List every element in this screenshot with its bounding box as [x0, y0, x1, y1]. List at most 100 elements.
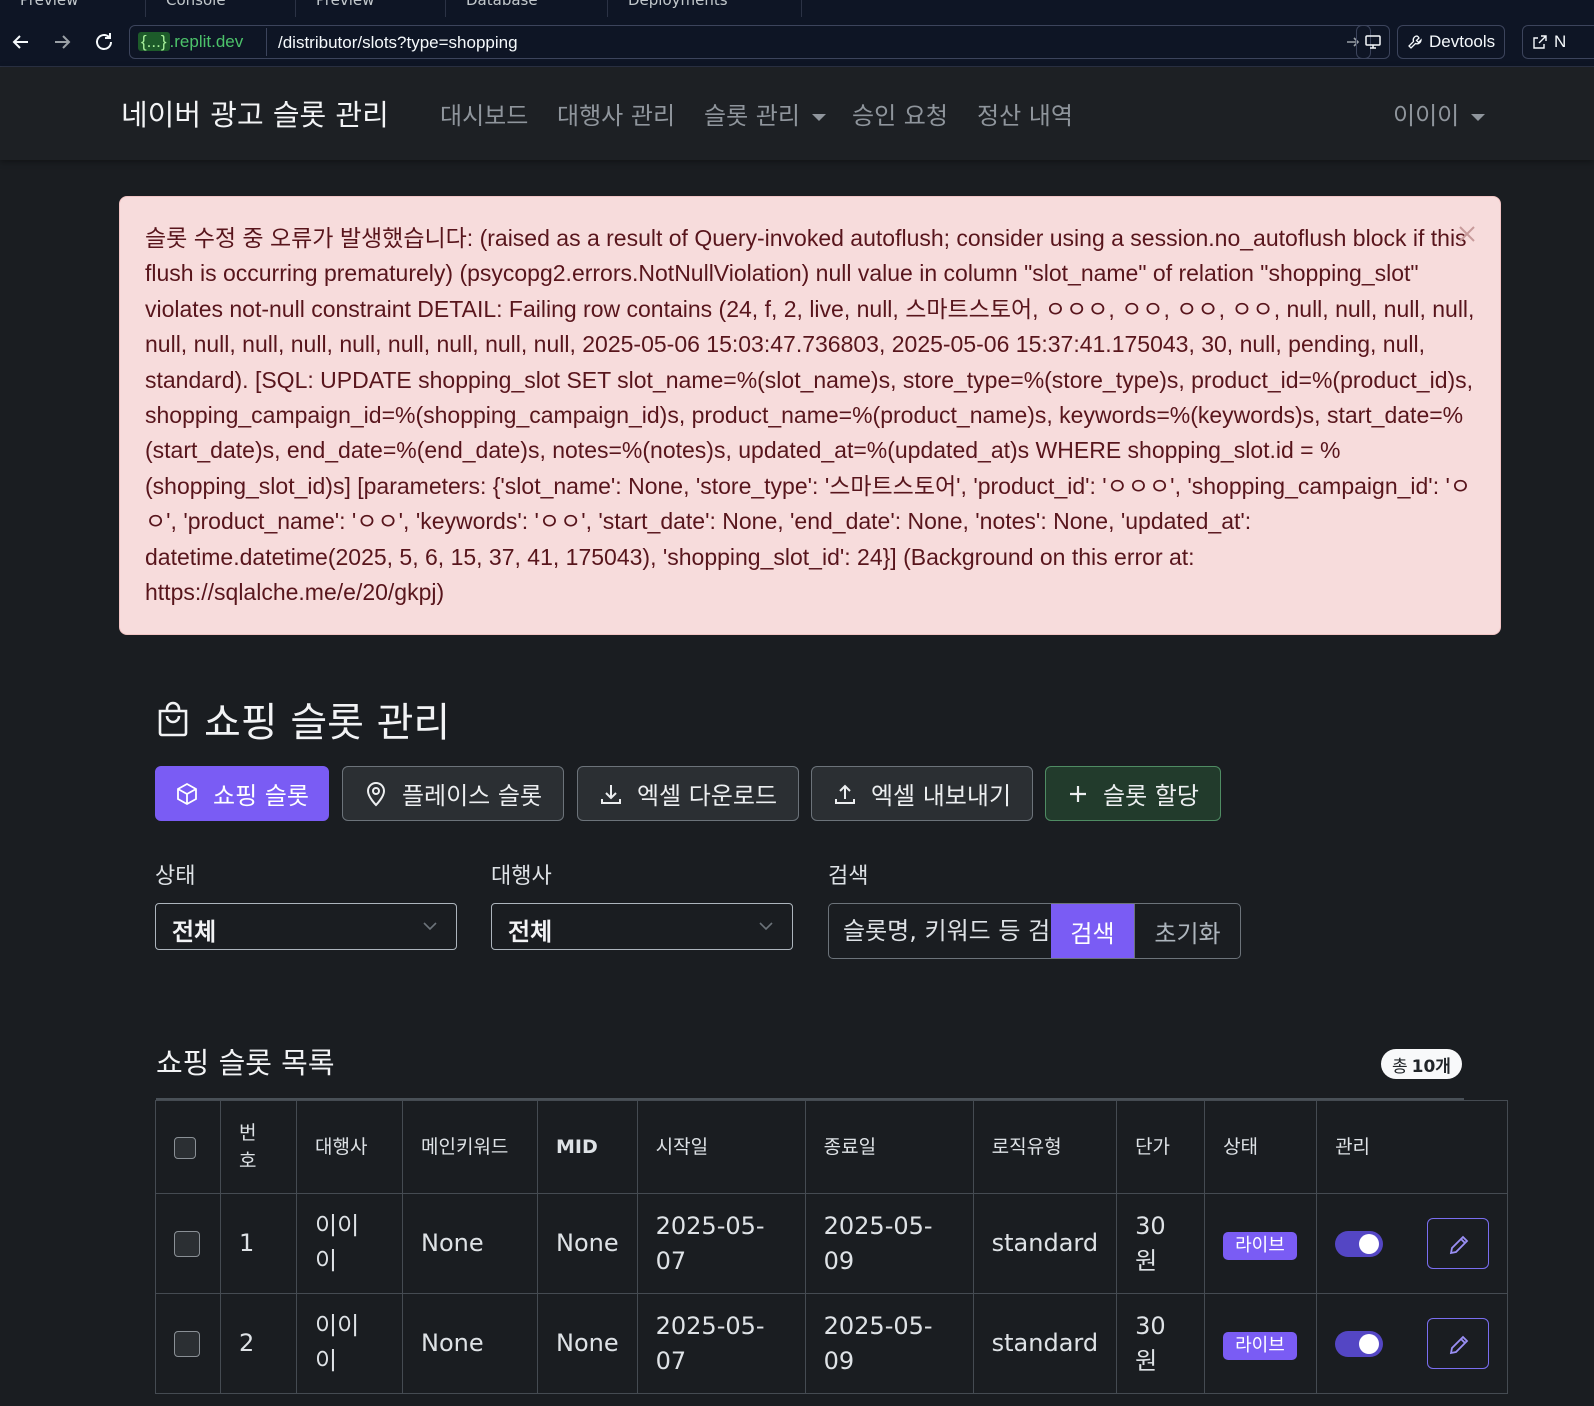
page-title: 쇼핑 슬롯 관리	[156, 690, 450, 748]
status-select-value: 전체	[172, 918, 217, 946]
tab-label: Database	[466, 0, 538, 9]
tab-label: Preview	[316, 0, 375, 9]
brand-title[interactable]: 네이버 광고 슬롯 관리	[121, 92, 389, 134]
cell-manage	[1316, 1293, 1509, 1394]
excel-export-button[interactable]: 엑셀 내보내기	[811, 766, 1033, 821]
select-all-checkbox[interactable]	[174, 1136, 196, 1159]
shopping-slot-button[interactable]: 쇼핑 슬롯	[155, 766, 329, 821]
browser-tab[interactable]: Console	[146, 0, 296, 17]
nav-settlement[interactable]: 정산 내역	[977, 96, 1073, 131]
cell-price-text: 30원	[1135, 1311, 1166, 1375]
search-button[interactable]: 검색	[1051, 904, 1134, 958]
place-slot-label: 플레이스 슬롯	[401, 782, 543, 810]
browser-tab[interactable]: Preview	[0, 0, 146, 17]
caret-down-icon	[1471, 113, 1486, 121]
cell-no: 2	[220, 1293, 297, 1394]
device-button[interactable]	[1356, 25, 1390, 59]
excel-export-label: 엑셀 내보내기	[870, 782, 1012, 810]
search-input[interactable]: 슬롯명, 키워드 등 검색	[829, 904, 1051, 958]
cell-price-text: 30원	[1135, 1211, 1166, 1275]
new-tab-label: N	[1554, 32, 1567, 51]
wrench-icon	[1408, 35, 1422, 49]
nav-slot-management[interactable]: 슬롯 관리	[704, 96, 826, 131]
cell-end-date-text: 2025-05-09	[823, 1311, 933, 1375]
table-row: 1 이이이 None None 2025-05-07 2025-05-09 st…	[155, 1193, 1509, 1294]
close-icon	[1459, 226, 1475, 242]
active-toggle[interactable]	[1335, 1330, 1384, 1357]
cell-mid: None	[537, 1193, 638, 1294]
agency-filter-label: 대행사	[491, 864, 552, 889]
count-prefix: 총	[1392, 1056, 1408, 1077]
cell-logic-type: standard	[972, 1293, 1118, 1394]
browser-tab[interactable]: Database	[446, 0, 608, 17]
url-field[interactable]: {...} .replit.dev /distributor/slots?type…	[129, 25, 1371, 59]
status-select[interactable]: 전체	[155, 903, 457, 950]
assign-slot-label: 슬롯 할당	[1103, 782, 1199, 810]
header-keyword: 메인키워드	[402, 1100, 538, 1194]
browser-tab[interactable]: Preview	[296, 0, 446, 17]
cell-agency-text: 이이이	[315, 1211, 360, 1275]
table-row: 2 이이이 None None 2025-05-07 2025-05-09 st…	[155, 1293, 1509, 1394]
nav-dashboard[interactable]: 대시보드	[440, 96, 528, 131]
edit-button[interactable]	[1427, 1218, 1490, 1269]
agency-select[interactable]: 전체	[491, 903, 793, 950]
cell-keyword: None	[402, 1193, 538, 1294]
search-group: 슬롯명, 키워드 등 검색 검색 초기화	[828, 903, 1241, 959]
url-path: /distributor/slots?type=shopping	[278, 33, 518, 52]
header-price: 단가	[1116, 1100, 1206, 1194]
browser-tab[interactable]: Deployments	[608, 0, 802, 17]
reload-button[interactable]	[89, 27, 119, 57]
agency-select-value: 전체	[508, 918, 553, 946]
table-header-row: 번호 대행사 메인키워드 MID 시작일 종료일 로직유형 단가 상태 관리	[155, 1100, 1509, 1194]
header-no: 번호	[220, 1100, 297, 1194]
chevron-down-icon	[423, 922, 437, 931]
devtools-button[interactable]: Devtools	[1397, 25, 1506, 59]
edit-button[interactable]	[1427, 1318, 1490, 1369]
excel-download-button[interactable]: 엑셀 다운로드	[577, 766, 799, 821]
arrow-left-icon	[12, 35, 28, 49]
cell-logic-type: standard	[972, 1193, 1118, 1294]
pencil-icon	[1449, 1235, 1469, 1255]
assign-slot-button[interactable]: 슬롯 할당	[1045, 766, 1221, 821]
arrow-right-icon	[55, 35, 71, 49]
user-menu[interactable]: 이이이	[1393, 96, 1486, 131]
external-link-icon	[1533, 35, 1547, 49]
status-badge: 라이브	[1223, 1232, 1297, 1260]
address-bar: {...} .replit.dev /distributor/slots?type…	[0, 17, 1594, 67]
cell-agency-text: 이이이	[315, 1311, 360, 1375]
header-no-text: 번호	[239, 1122, 257, 1172]
page-title-text: 쇼핑 슬롯 관리	[204, 700, 451, 746]
shopping-slot-label: 쇼핑 슬롯	[213, 782, 309, 810]
forward-button[interactable]	[47, 27, 77, 57]
cell-start-date-text: 2025-05-07	[655, 1311, 765, 1375]
user-name: 이이이	[1393, 102, 1460, 130]
cell-keyword: None	[402, 1293, 538, 1394]
row-checkbox[interactable]	[174, 1231, 200, 1257]
count-value: 10개	[1411, 1056, 1451, 1077]
monitor-icon	[1365, 35, 1381, 49]
back-button[interactable]	[6, 27, 36, 57]
cell-end-date-text: 2025-05-09	[823, 1211, 933, 1275]
active-toggle[interactable]	[1335, 1230, 1384, 1257]
caret-down-icon	[811, 113, 826, 121]
alert-close-button[interactable]	[1456, 223, 1478, 245]
reset-button[interactable]: 초기화	[1134, 904, 1240, 958]
url-host: {...} .replit.dev	[138, 32, 243, 52]
header-logic-type: 로직유형	[972, 1100, 1118, 1194]
total-count-badge: 총 10개	[1381, 1049, 1462, 1079]
header-manage: 관리	[1316, 1100, 1509, 1194]
nav-approval[interactable]: 승인 요청	[852, 96, 948, 131]
cell-status: 라이브	[1204, 1293, 1318, 1394]
row-checkbox[interactable]	[174, 1331, 200, 1357]
app-navbar: 네이버 광고 슬롯 관리 대시보드 대행사 관리 슬롯 관리 승인 요청 정산 …	[0, 67, 1594, 160]
slot-table: 번호 대행사 메인키워드 MID 시작일 종료일 로직유형 단가 상태 관리 1…	[155, 1100, 1509, 1394]
header-mid: MID	[537, 1100, 638, 1194]
chevron-down-icon	[759, 922, 773, 931]
row-select-cell	[155, 1293, 221, 1394]
plus-icon	[1070, 785, 1087, 802]
upload-icon	[834, 784, 855, 804]
place-slot-button[interactable]: 플레이스 슬롯	[342, 766, 564, 821]
map-pin-icon	[366, 781, 385, 806]
new-tab-button[interactable]: N	[1522, 25, 1594, 59]
nav-agency[interactable]: 대행사 관리	[557, 96, 675, 131]
